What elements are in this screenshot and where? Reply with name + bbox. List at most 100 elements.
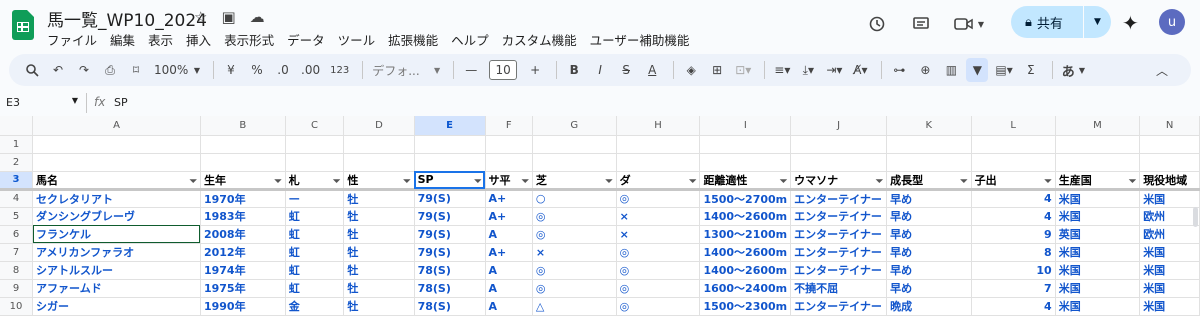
cell[interactable] [1139, 135, 1200, 154]
cell[interactable]: A [485, 261, 533, 280]
cell[interactable] [699, 153, 792, 172]
column-header[interactable]: K [886, 116, 972, 136]
print-icon[interactable]: ⎙ [99, 58, 121, 82]
cell[interactable]: 早め [886, 279, 972, 298]
cell[interactable]: △ [532, 297, 617, 316]
cell[interactable]: 虹 [285, 225, 345, 244]
cell[interactable]: 欧州 [1139, 225, 1200, 244]
increase-decimal-button[interactable]: .00 [298, 58, 323, 82]
text-rotation-icon[interactable]: A̸▾ [849, 58, 871, 82]
filter-icon[interactable]: ⏷ [403, 177, 410, 187]
filter-icon[interactable]: ⏷ [876, 177, 883, 187]
fill-color-icon[interactable]: ◈ [680, 58, 702, 82]
currency-button[interactable]: ¥ [220, 58, 242, 82]
menu-item[interactable]: カスタム機能 [502, 30, 577, 49]
cell[interactable]: 札 ⏷ [285, 171, 345, 191]
cell[interactable]: 虹 [285, 243, 345, 262]
column-header[interactable]: D [343, 116, 415, 136]
menu-item[interactable]: 表示 [148, 30, 173, 49]
menu-item[interactable]: ヘルプ [451, 30, 489, 49]
cell[interactable]: 1400〜2600m [699, 243, 792, 262]
functions-icon[interactable]: Σ [1020, 58, 1042, 82]
cell[interactable]: 子出 ⏷ [971, 171, 1056, 191]
cell[interactable]: ウマソナ ⏷ [790, 171, 888, 191]
cell[interactable]: 成長型 ⏷ [886, 171, 972, 191]
column-header[interactable]: N [1139, 116, 1200, 136]
cell[interactable] [532, 153, 617, 172]
percent-button[interactable]: % [246, 58, 268, 82]
vertical-align-icon[interactable]: ⤓▾ [797, 58, 819, 82]
menu-item[interactable]: 拡張機能 [388, 30, 438, 49]
cell[interactable]: サ平 ⏷ [485, 171, 533, 191]
cell[interactable]: 虹 [285, 261, 345, 280]
increase-font-size-icon[interactable]: + [524, 58, 546, 82]
cell[interactable]: 米国 [1055, 207, 1141, 226]
cell[interactable]: 8 [971, 243, 1056, 262]
cell[interactable] [616, 153, 701, 172]
cell[interactable]: 4 [971, 189, 1056, 208]
number-format-button[interactable]: 123 [327, 58, 352, 82]
filter-icon[interactable]: ⏷ [474, 177, 481, 187]
cell[interactable]: ◎ [532, 279, 617, 298]
font-select[interactable]: デフォ... ▼ [369, 58, 443, 82]
cell[interactable]: 1975年 [200, 279, 286, 298]
cell[interactable]: 早め [886, 261, 972, 280]
cell[interactable]: 1300〜2100m [699, 225, 792, 244]
column-header[interactable]: L [971, 116, 1056, 136]
filter-icon[interactable]: ⏷ [522, 177, 529, 187]
column-header[interactable]: F [485, 116, 533, 136]
cell[interactable]: 早め [886, 225, 972, 244]
bold-button[interactable]: B [563, 58, 585, 82]
cell[interactable] [200, 153, 286, 172]
insert-chart-icon[interactable]: ▥ [940, 58, 962, 82]
cell[interactable]: アメリカンファラオ [32, 243, 201, 262]
vertical-scrollbar[interactable] [1193, 207, 1198, 227]
cell[interactable] [1055, 135, 1141, 154]
cell[interactable]: A [485, 225, 533, 244]
column-header[interactable]: G [532, 116, 617, 136]
menu-item[interactable]: 挿入 [186, 30, 211, 49]
cell[interactable]: 米国 [1139, 261, 1200, 280]
cell[interactable]: 虹 [285, 207, 345, 226]
cell[interactable]: 欧州 [1139, 207, 1200, 226]
strikethrough-button[interactable]: S [615, 58, 637, 82]
cell[interactable]: ◎ [532, 225, 617, 244]
borders-icon[interactable]: ⊞ [706, 58, 728, 82]
column-header[interactable]: B [200, 116, 286, 136]
decrease-decimal-button[interactable]: .0 [272, 58, 294, 82]
cell[interactable]: 10 [971, 261, 1056, 280]
paint-format-icon[interactable]: ⌑ [125, 58, 147, 82]
cell[interactable]: 米国 [1139, 297, 1200, 316]
cell[interactable] [285, 135, 345, 154]
redo-icon[interactable]: ↷ [73, 58, 95, 82]
cell[interactable]: 牡 [343, 189, 415, 208]
cell[interactable] [532, 135, 617, 154]
cell[interactable] [32, 135, 201, 154]
history-icon[interactable] [862, 9, 892, 39]
cell[interactable] [1139, 153, 1200, 172]
cell[interactable]: ダンシングブレーヴ [32, 207, 201, 226]
filter-icon[interactable]: ⏷ [605, 177, 612, 187]
cell[interactable] [485, 135, 533, 154]
column-header[interactable]: H [616, 116, 701, 136]
cell[interactable]: 米国 [1055, 279, 1141, 298]
cell[interactable]: ◎ [616, 297, 701, 316]
cell[interactable] [616, 135, 701, 154]
cell[interactable]: 早め [886, 243, 972, 262]
cell[interactable]: 現役地域 [1139, 171, 1200, 191]
cell[interactable]: 米国 [1139, 279, 1200, 298]
cell[interactable]: ◎ [616, 261, 701, 280]
cell[interactable]: 2012年 [200, 243, 286, 262]
name-box[interactable]: E3 ▼ [6, 96, 78, 109]
comments-icon[interactable] [906, 9, 936, 39]
cell[interactable]: A+ [485, 189, 533, 208]
row-header[interactable]: 3 [0, 171, 34, 191]
cell[interactable]: 1974年 [200, 261, 286, 280]
cell[interactable]: A [485, 297, 533, 316]
cell[interactable] [343, 135, 415, 154]
filter-views-icon[interactable]: ▤▾ [992, 58, 1015, 82]
cell[interactable]: 4 [971, 297, 1056, 316]
move-folder-icon[interactable]: ▣ [221, 8, 235, 26]
cell[interactable]: シガー [32, 297, 201, 316]
cell[interactable]: 9 [971, 225, 1056, 244]
